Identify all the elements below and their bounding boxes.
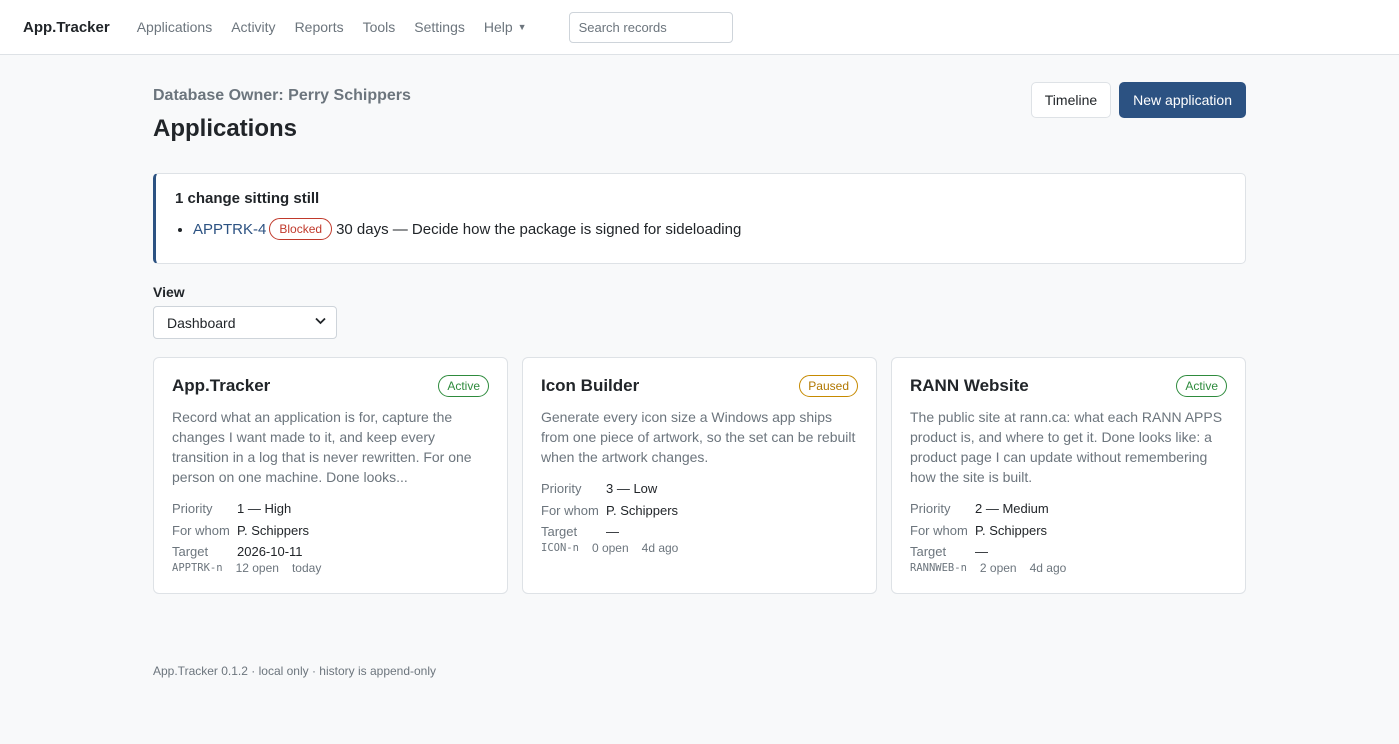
priority-label: Priority: [541, 481, 582, 496]
target-label: Target: [172, 544, 209, 559]
card-description: The public site at rann.ca: what each RA…: [910, 409, 1223, 485]
status-badge: Active: [1176, 375, 1227, 397]
target-label: Target: [910, 544, 947, 559]
header-text: Database Owner: Perry Schippers Applicat…: [153, 86, 411, 143]
for-whom-value: P. Schippers: [975, 522, 1048, 538]
id-prefix: RANNWEB-n: [910, 561, 967, 574]
top-navbar: App.Tracker Applications Activity Report…: [0, 0, 1399, 55]
for-whom-value: P. Schippers: [606, 502, 679, 518]
nav-reports[interactable]: Reports: [295, 19, 344, 35]
brand-logo[interactable]: App.Tracker: [23, 19, 110, 36]
card-meta: Priority 1 — High For whom P. Schippers Ta…: [172, 498, 489, 563]
application-cards: App.Tracker Active Record what an applic…: [153, 357, 1246, 594]
nav-applications[interactable]: Applications: [137, 19, 213, 35]
blocked-badge: Blocked: [269, 218, 333, 240]
caret-down-icon: ▼: [517, 22, 527, 32]
app-card-rann-website[interactable]: RANN Website Active The public site at r…: [891, 357, 1246, 594]
alert-list: APPTRK-4 Blocked 30 days — Decide how th…: [175, 218, 1225, 240]
for-whom-label: For whom: [541, 502, 599, 518]
card-title[interactable]: Icon Builder: [541, 376, 639, 396]
database-owner: Database Owner: Perry Schippers: [153, 87, 411, 104]
app-card-app-tracker[interactable]: App.Tracker Active Record what an applic…: [153, 357, 508, 594]
card-header: RANN Website Active: [910, 375, 1227, 397]
page-title: Applications: [153, 115, 298, 142]
open-count: 12 open: [235, 560, 279, 575]
priority-label: Priority: [910, 501, 951, 516]
card-footer: APPTRK-n 12 open today: [172, 561, 489, 575]
alert-title: 1 change sitting still: [175, 190, 320, 207]
for-whom-label: For whom: [910, 522, 968, 538]
last-updated: 4d ago: [1029, 560, 1067, 575]
priority-label: Priority: [172, 501, 213, 516]
card-header: App.Tracker Active: [172, 375, 489, 397]
card-meta: Priority 2 — Medium For whom P. Schippers …: [910, 498, 1227, 563]
page-footer: App.Tracker 0.1.2 · local only · history…: [153, 664, 437, 678]
id-prefix: ICON-n: [541, 541, 579, 554]
page-header: Database Owner: Perry Schippers Applicat…: [153, 55, 1246, 143]
timeline-button[interactable]: Timeline: [1030, 82, 1112, 118]
app-card-icon-builder[interactable]: Icon Builder Paused Generate every icon …: [522, 357, 877, 594]
search-input[interactable]: [568, 11, 733, 43]
open-count: 2 open: [979, 560, 1017, 575]
change-link-apptrk-4[interactable]: APPTRK-4: [193, 221, 266, 238]
alert-item-text: 30 days — Decide how the package is sign…: [336, 220, 742, 238]
alert-item: APPTRK-4 Blocked 30 days — Decide how th…: [193, 218, 1225, 240]
nav-tools[interactable]: Tools: [363, 19, 396, 35]
chevron-down-icon: [315, 317, 326, 328]
card-description: Record what an application is for, captu…: [172, 409, 472, 485]
card-title[interactable]: RANN Website: [910, 376, 1029, 396]
card-description: Generate every icon size a Windows app s…: [541, 409, 856, 465]
nav-help-dropdown[interactable]: Help ▼: [484, 19, 527, 35]
target-value: 2026-10-11: [237, 544, 303, 559]
last-updated: today: [291, 560, 322, 575]
for-whom-label: For whom: [172, 522, 230, 538]
view-label: View: [153, 284, 185, 300]
new-application-button[interactable]: New application: [1119, 82, 1246, 118]
priority-value: 1 — High: [237, 501, 292, 516]
card-meta: Priority 3 — Low For whom P. Schippers Tar…: [541, 478, 858, 543]
priority-value: 2 — Medium: [975, 501, 1049, 516]
target-value: —: [975, 544, 988, 559]
card-title[interactable]: App.Tracker: [172, 376, 270, 396]
for-whom-value: P. Schippers: [237, 522, 310, 538]
target-value: —: [606, 524, 619, 539]
view-select[interactable]: Dashboard: [153, 306, 337, 339]
nav-help-label: Help: [483, 19, 513, 35]
priority-value: 3 — Low: [606, 481, 658, 496]
main-content: Database Owner: Perry Schippers Applicat…: [153, 55, 1246, 678]
card-header: Icon Builder Paused: [541, 375, 858, 397]
target-label: Target: [541, 524, 578, 539]
status-badge: Paused: [799, 375, 858, 397]
nav-activity[interactable]: Activity: [231, 19, 275, 35]
stale-changes-alert: 1 change sitting still APPTRK-4 Blocked …: [153, 173, 1246, 264]
last-updated: 4d ago: [641, 540, 679, 555]
header-actions: Timeline New application: [1030, 82, 1246, 118]
id-prefix: APPTRK-n: [172, 561, 223, 574]
card-footer: ICON-n 0 open 4d ago: [541, 541, 858, 555]
open-count: 0 open: [591, 540, 629, 555]
nav-settings[interactable]: Settings: [414, 19, 465, 35]
card-footer: RANNWEB-n 2 open 4d ago: [910, 561, 1227, 575]
status-badge: Active: [438, 375, 489, 397]
view-select-value: Dashboard: [167, 314, 236, 331]
